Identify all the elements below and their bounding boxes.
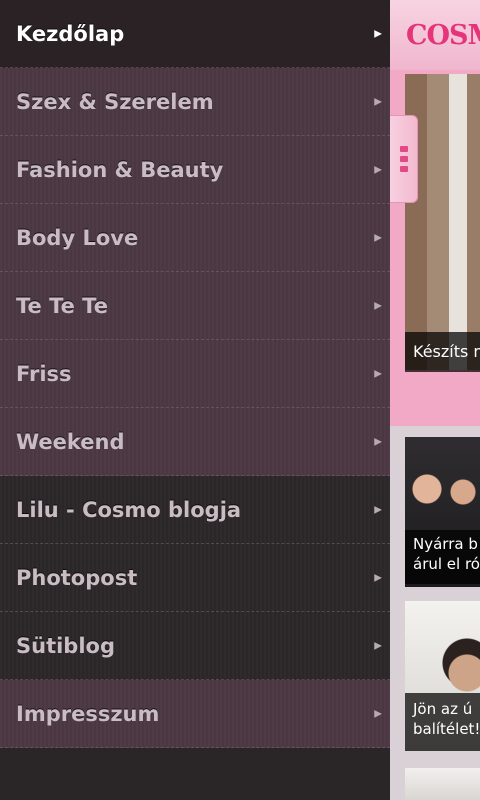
menu-item-body-love[interactable]: Body Love ▶: [0, 204, 390, 272]
article-card[interactable]: [405, 768, 480, 800]
menu-item-label: Szex & Szerelem: [16, 89, 214, 114]
menu-item-sutiblog[interactable]: Sütiblog ▶: [0, 612, 390, 680]
chevron-right-icon: ▶: [374, 504, 382, 515]
menu-item-szex-szerelem[interactable]: Szex & Szerelem ▶: [0, 68, 390, 136]
menu-item-fashion-beauty[interactable]: Fashion & Beauty ▶: [0, 136, 390, 204]
article-caption-line: Nyárra b: [413, 535, 478, 553]
app-header: COSMOPO: [390, 0, 480, 70]
cosmopolitan-logo: COSMOPO: [406, 20, 480, 51]
handle-dot-icon: [400, 166, 408, 172]
drawer-drag-handle[interactable]: [390, 115, 418, 203]
chevron-right-icon: ▶: [374, 640, 382, 651]
article-caption-line: árul el ró: [413, 555, 480, 573]
handle-dot-icon: [400, 146, 408, 152]
menu-item-label: Photopost: [16, 565, 138, 590]
chevron-right-icon: ▶: [374, 164, 382, 175]
menu-item-label: Impresszum: [16, 701, 160, 726]
chevron-right-icon: ▶: [374, 436, 382, 447]
chevron-right-icon: ▶: [374, 96, 382, 107]
menu-item-kezdolap[interactable]: Kezdőlap ▶: [0, 0, 390, 68]
menu-item-impresszum[interactable]: Impresszum ▶: [0, 680, 390, 748]
menu-item-label: Kezdőlap: [16, 21, 125, 46]
chevron-right-icon: ▶: [374, 28, 382, 39]
menu-item-friss[interactable]: Friss ▶: [0, 340, 390, 408]
article-card[interactable]: Nyárra b árul el ró: [405, 437, 480, 587]
menu-item-label: Body Love: [16, 225, 139, 250]
menu-item-label: Te Te Te: [16, 293, 108, 318]
chevron-right-icon: ▶: [374, 232, 382, 243]
handle-dot-icon: [400, 156, 408, 162]
menu-item-label: Fashion & Beauty: [16, 157, 224, 182]
featured-article-caption[interactable]: Készíts m: [405, 332, 480, 372]
menu-item-lilu-cosmo-blogja[interactable]: Lilu - Cosmo blogja ▶: [0, 476, 390, 544]
article-caption-line: Jön az ú: [413, 700, 473, 718]
article-caption: Nyárra b árul el ró: [405, 530, 480, 584]
article-card[interactable]: Jön az ú balítélet!: [405, 601, 480, 751]
menu-item-photopost[interactable]: Photopost ▶: [0, 544, 390, 612]
menu-item-te-te-te[interactable]: Te Te Te ▶: [0, 272, 390, 340]
menu-item-label: Friss: [16, 361, 72, 386]
navigation-drawer: Kezdőlap ▶ Szex & Szerelem ▶ Fashion & B…: [0, 0, 390, 800]
chevron-right-icon: ▶: [374, 572, 382, 583]
chevron-right-icon: ▶: [374, 300, 382, 311]
article-caption-line: balítélet!: [413, 720, 480, 738]
menu-item-label: Sütiblog: [16, 633, 116, 658]
drawer-empty-area: [0, 748, 390, 800]
menu-item-label: Lilu - Cosmo blogja: [16, 497, 242, 522]
article-caption: Jön az ú balítélet!: [405, 693, 480, 751]
content-panel[interactable]: COSMOPO Készíts m Nyárra b árul el ró Jö…: [390, 0, 480, 800]
chevron-right-icon: ▶: [374, 708, 382, 719]
chevron-right-icon: ▶: [374, 368, 382, 379]
menu-item-weekend[interactable]: Weekend ▶: [0, 408, 390, 476]
menu-item-label: Weekend: [16, 429, 125, 454]
